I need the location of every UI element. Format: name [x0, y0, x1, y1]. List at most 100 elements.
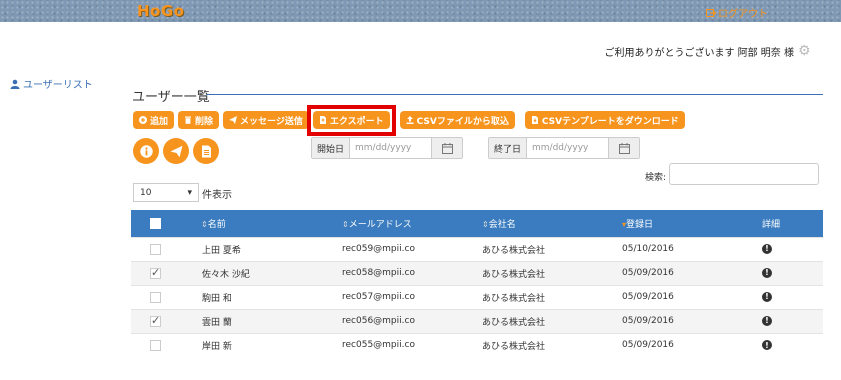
cell-email: rec059@mpii.co: [342, 236, 482, 261]
send-round-button[interactable]: [163, 138, 189, 164]
send-icon: [229, 116, 238, 124]
row-checkbox[interactable]: [150, 291, 161, 303]
end-date-field: 終了日 mm/dd/yyyy: [488, 137, 641, 159]
row-checkbox-cell: [131, 332, 201, 357]
detail-icon[interactable]: !: [762, 243, 772, 254]
column-label-name: 名前: [207, 219, 226, 230]
sort-icon: ⇕: [342, 219, 349, 229]
export-button-wrapper: エクスポート: [306, 105, 396, 136]
sidebar-item-label: ユーザーリスト: [23, 80, 93, 91]
cell-email: rec057@mpii.co: [342, 284, 482, 309]
plus-circle-icon: [139, 116, 147, 124]
greeting: ご利用ありがとうございます 阿部 明奈 様 ⚙: [604, 44, 811, 59]
detail-icon[interactable]: !: [762, 340, 772, 350]
send-message-button-label: メッセージ送信: [240, 116, 303, 127]
row-checkbox-cell: [131, 236, 201, 261]
cell-detail: !: [762, 332, 823, 357]
delete-button-label: 削除: [195, 116, 214, 127]
cell-detail: !: [762, 284, 823, 309]
column-header-date[interactable]: ▾登録日: [622, 210, 762, 237]
document-button[interactable]: [193, 138, 219, 164]
csv-import-button[interactable]: CSVファイルから取込: [399, 111, 515, 129]
start-date-field: 開始日 mm/dd/yyyy: [311, 137, 464, 159]
delete-button[interactable]: 削除: [178, 111, 220, 129]
cell-name: 駒田 和: [201, 284, 342, 309]
cell-email: rec058@mpii.co: [342, 260, 482, 285]
top-bar: HoGo ログアウト: [0, 0, 841, 22]
table-row[interactable]: 駒田 和 rec057@mpii.co あひる株式会社 05/09/2016 !: [131, 284, 823, 309]
page-title: ユーザー一覧: [132, 90, 210, 105]
row-checkbox[interactable]: [150, 314, 161, 327]
file-download-icon: [531, 116, 538, 124]
gear-icon[interactable]: ⚙: [798, 44, 811, 58]
page-length-suffix: 件表示: [202, 190, 232, 201]
info-button[interactable]: [133, 138, 159, 164]
logout-label: ログアウト: [718, 9, 768, 20]
detail-icon[interactable]: !: [762, 291, 772, 302]
greeting-text: ご利用ありがとうございます 阿部 明奈 様: [604, 48, 794, 59]
start-date-label: 開始日: [312, 138, 351, 158]
table-row[interactable]: 上田 夏希 rec059@mpii.co あひる株式会社 05/10/2016 …: [131, 236, 823, 261]
cell-company: あひる株式会社: [482, 236, 622, 261]
column-label-company: 会社名: [488, 219, 516, 230]
table-row[interactable]: 岸田 新 rec055@mpii.co あひる株式会社 05/09/2016 !: [131, 332, 823, 357]
document-icon: [201, 145, 211, 157]
csv-template-button-label: CSVテンプレートをダウンロード: [541, 116, 679, 127]
column-label-date: 登録日: [626, 219, 654, 230]
page-length-select[interactable]: 10 ▾: [133, 183, 199, 202]
calendar-icon: [618, 142, 630, 154]
row-checkbox[interactable]: [150, 243, 161, 255]
cell-date: 05/09/2016: [622, 308, 762, 333]
end-date-label: 終了日: [489, 138, 528, 158]
add-button-label: 追加: [150, 116, 169, 127]
search-input[interactable]: [669, 163, 819, 185]
cell-email: rec056@mpii.co: [342, 308, 482, 333]
detail-icon[interactable]: !: [762, 267, 772, 278]
select-all-checkbox[interactable]: [150, 217, 161, 229]
info-icon: [139, 144, 153, 158]
send-message-button[interactable]: メッセージ送信: [223, 111, 309, 129]
row-checkbox-cell: [131, 284, 201, 309]
cell-date: 05/10/2016: [622, 236, 762, 261]
detail-icon[interactable]: !: [762, 315, 772, 326]
start-date-picker-button[interactable]: [432, 138, 463, 158]
add-button[interactable]: 追加: [133, 111, 175, 129]
column-header-email[interactable]: ⇕メールアドレス: [342, 210, 482, 237]
export-highlight-box: [306, 105, 396, 136]
row-checkbox-cell: [131, 308, 201, 333]
select-all-header: [131, 210, 201, 237]
trash-icon: [185, 116, 192, 124]
logout-link[interactable]: ログアウト: [706, 5, 768, 20]
end-date-input[interactable]: mm/dd/yyyy: [527, 138, 610, 158]
csv-template-button[interactable]: CSVテンプレートをダウンロード: [524, 111, 685, 129]
row-checkbox[interactable]: [150, 339, 161, 351]
cell-company: あひる株式会社: [482, 308, 622, 333]
row-checkbox-cell: [131, 260, 201, 285]
table-header-row: ⇕名前 ⇕メールアドレス ⇕会社名 ▾登録日 詳細: [131, 210, 823, 237]
sort-icon: ⇕: [201, 219, 208, 229]
table-row[interactable]: 雲田 蘭 rec056@mpii.co あひる株式会社 05/09/2016 !: [131, 308, 823, 333]
cell-name: 上田 夏希: [201, 236, 342, 261]
icon-button-group: [133, 138, 219, 164]
table-row[interactable]: 佐々木 沙紀 rec058@mpii.co あひる株式会社 05/09/2016…: [131, 260, 823, 285]
sidebar-item-user-list[interactable]: ユーザーリスト: [10, 76, 93, 91]
app-logo: HoGo: [137, 2, 185, 20]
cell-detail: !: [762, 308, 823, 333]
cell-name: 雲田 蘭: [201, 308, 342, 333]
cell-email: rec055@mpii.co: [342, 332, 482, 357]
column-label-detail: 詳細: [762, 219, 781, 230]
column-header-company[interactable]: ⇕会社名: [482, 210, 622, 237]
paper-plane-icon: [170, 145, 182, 157]
cell-detail: !: [762, 236, 823, 261]
end-date-picker-button[interactable]: [609, 138, 640, 158]
page-length-value: 10: [140, 187, 152, 198]
column-header-name[interactable]: ⇕名前: [201, 210, 342, 237]
start-date-input[interactable]: mm/dd/yyyy: [350, 138, 433, 158]
user-icon: [10, 79, 20, 89]
cell-date: 05/09/2016: [622, 332, 762, 357]
users-table: ⇕名前 ⇕メールアドレス ⇕会社名 ▾登録日 詳細 上田 夏希 rec059@m…: [131, 210, 823, 357]
cell-company: あひる株式会社: [482, 332, 622, 357]
cell-company: あひる株式会社: [482, 284, 622, 309]
row-checkbox[interactable]: [150, 266, 161, 279]
title-divider: [206, 94, 823, 95]
